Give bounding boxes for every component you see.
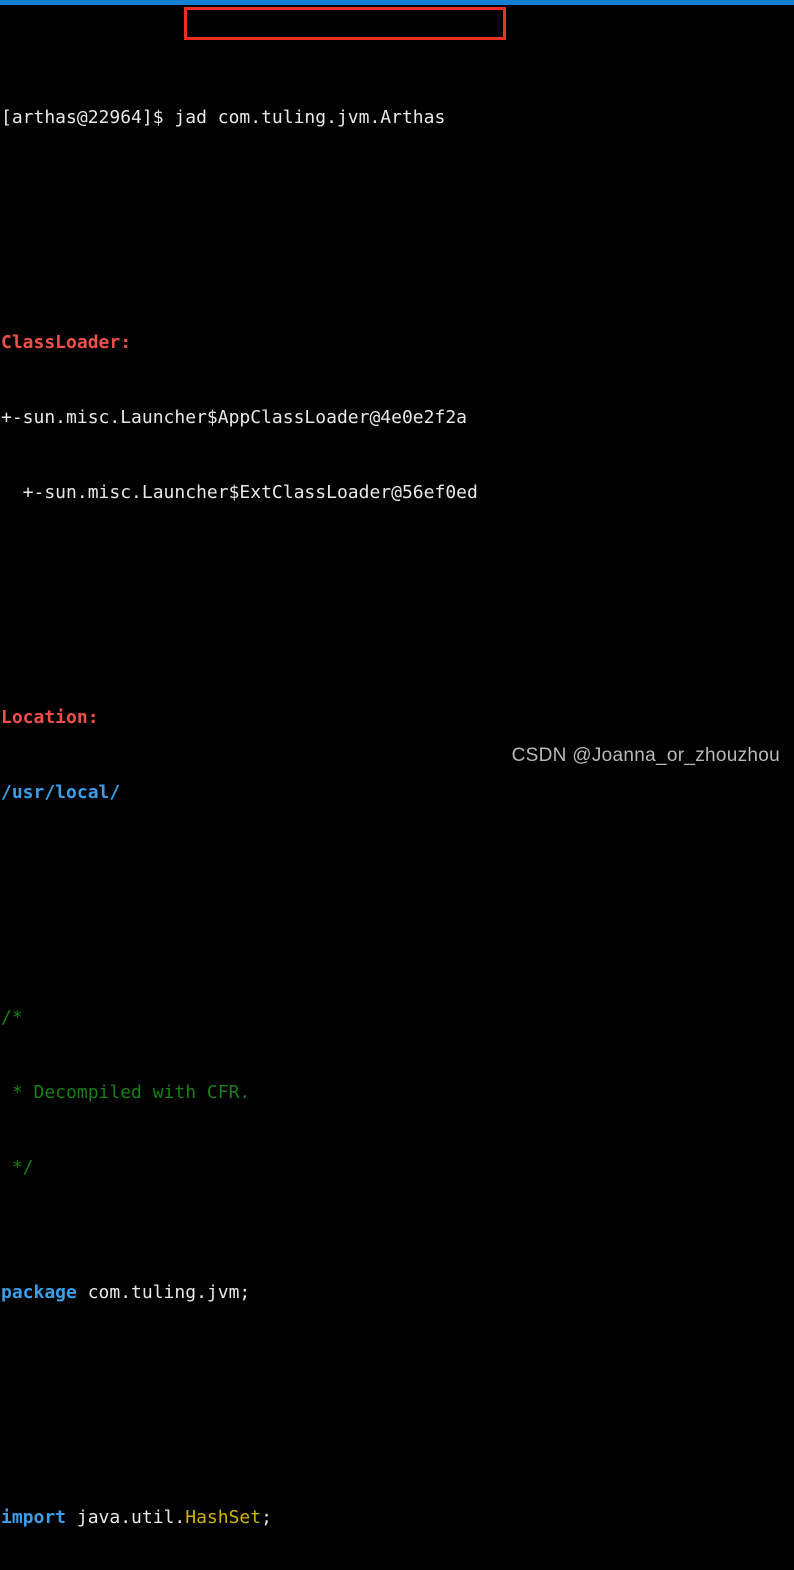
import-type: HashSet: [185, 1507, 262, 1528]
import-package: java.util.: [66, 1507, 186, 1528]
comment-line: * Decompiled with CFR.: [0, 1080, 794, 1105]
comment-open: /*: [1, 1007, 23, 1028]
terminal-output[interactable]: [arthas@22964]$ jad com.tuling.jvm.Artha…: [0, 5, 794, 1570]
comment-body: * Decompiled with CFR.: [1, 1082, 251, 1103]
import-keyword: import: [1, 1507, 67, 1528]
typed-command[interactable]: jad com.tuling.jvm.Arthas: [174, 107, 445, 128]
terminal-window: [arthas@22964]$ jad com.tuling.jvm.Artha…: [0, 0, 794, 1528]
package-name: com.tuling.jvm;: [76, 1282, 251, 1303]
prompt-line: [arthas@22964]$ jad com.tuling.jvm.Artha…: [0, 105, 794, 130]
location-header: Location:: [1, 707, 99, 728]
comment-line: /*: [0, 1005, 794, 1030]
shell-prompt: [arthas@22964]$: [1, 107, 175, 128]
package-keyword: package: [1, 1282, 77, 1303]
import-semicolon: ;: [261, 1507, 272, 1528]
comment-line: */: [0, 1155, 794, 1180]
location-path-line: /usr/local/: [0, 780, 794, 805]
classloader-entry-line: +-sun.misc.Launcher$AppClassLoader@4e0e2…: [0, 405, 794, 430]
location-header-line: Location:: [0, 705, 794, 730]
csdn-watermark: CSDN @Joanna_or_zhouzhou: [511, 745, 780, 766]
classloader-entry-app: +-sun.misc.Launcher$AppClassLoader@4e0e2…: [1, 407, 467, 428]
classloader-entry-line: +-sun.misc.Launcher$ExtClassLoader@56ef0…: [0, 480, 794, 505]
import-line: import java.util.HashSet;: [0, 1505, 794, 1530]
classloader-header: ClassLoader:: [1, 332, 132, 353]
comment-close: */: [1, 1157, 34, 1178]
package-line: package com.tuling.jvm;: [0, 1280, 794, 1305]
location-path: /usr/local/: [1, 782, 121, 803]
classloader-header-line: ClassLoader:: [0, 330, 794, 355]
classloader-entry-ext: +-sun.misc.Launcher$ExtClassLoader@56ef0…: [1, 482, 478, 503]
